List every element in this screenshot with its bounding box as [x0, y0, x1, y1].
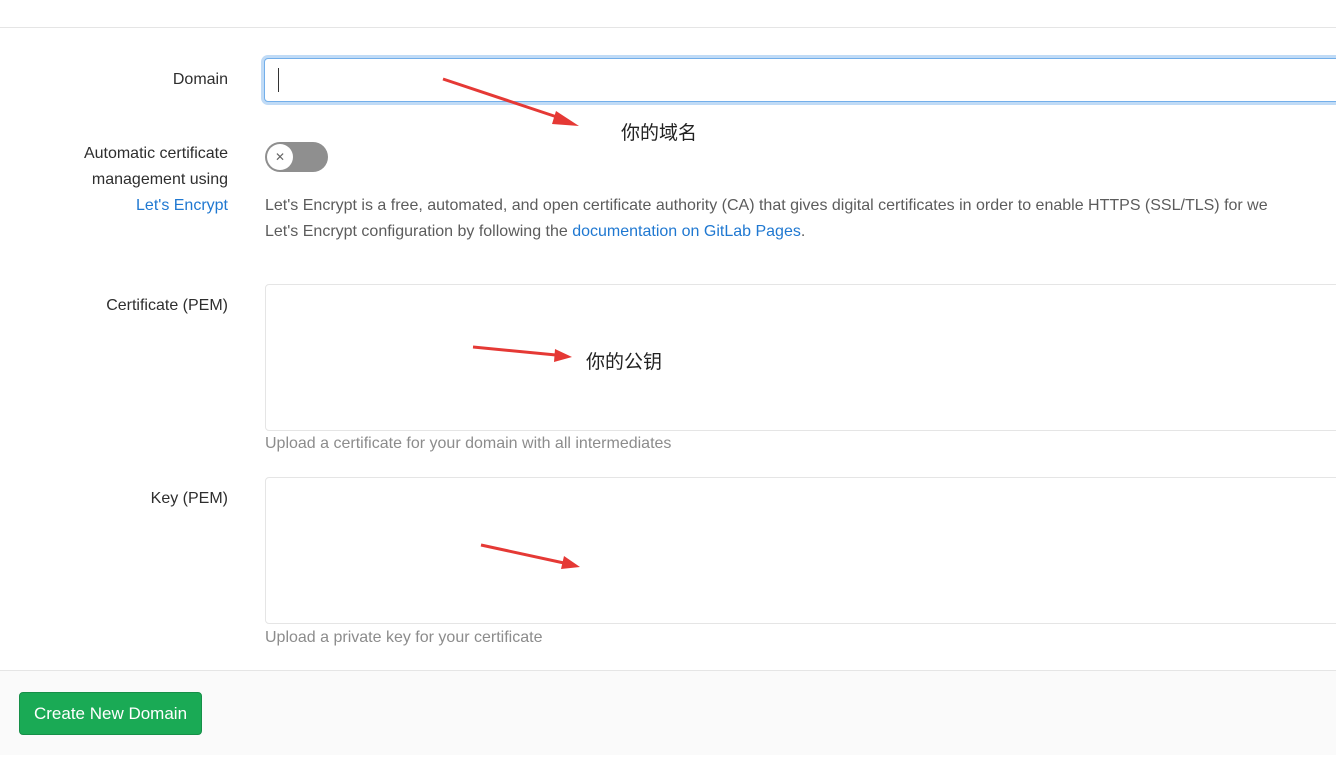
auto-cert-help-line1: Let's Encrypt is a free, automated, and …	[265, 197, 1268, 214]
auto-cert-toggle[interactable]: ✕	[265, 142, 328, 172]
auto-cert-label-line1: Automatic certificate	[83, 145, 228, 162]
help-line2-prefix: Let's Encrypt configuration by following…	[265, 223, 573, 240]
key-label: Key (PEM)	[150, 490, 228, 507]
key-textarea[interactable]	[265, 477, 1336, 624]
create-new-domain-button[interactable]: Create New Domain	[19, 692, 202, 735]
certificate-hint: Upload a certificate for your domain wit…	[265, 435, 672, 452]
domain-label: Domain	[172, 71, 228, 88]
certificate-textarea[interactable]	[265, 284, 1336, 431]
certificate-label: Certificate (PEM)	[106, 297, 228, 314]
key-hint: Upload a private key for your certificat…	[265, 629, 543, 646]
auto-cert-label-line2: management using	[91, 171, 228, 188]
text-caret	[278, 68, 279, 92]
help-line2-suffix: .	[800, 223, 806, 240]
top-divider	[0, 27, 1336, 28]
toggle-off-icon: ✕	[267, 144, 293, 170]
auto-cert-help: Let's Encrypt is a free, automated, and …	[265, 193, 1268, 245]
lets-encrypt-link[interactable]: Let's Encrypt	[136, 197, 228, 214]
gitlab-pages-docs-link[interactable]: documentation on GitLab Pages	[572, 223, 801, 240]
domain-annotation: 你的域名	[621, 122, 698, 144]
certificate-annotation: 你的公钥	[586, 351, 663, 373]
auto-cert-help-line2: Let's Encrypt configuration by following…	[265, 219, 1268, 245]
auto-cert-label: Automatic certificate management using L…	[84, 141, 228, 219]
domain-input[interactable]	[264, 58, 1336, 102]
new-domain-page: Domain 你的域名 Automatic certificate manage…	[0, 0, 1336, 760]
